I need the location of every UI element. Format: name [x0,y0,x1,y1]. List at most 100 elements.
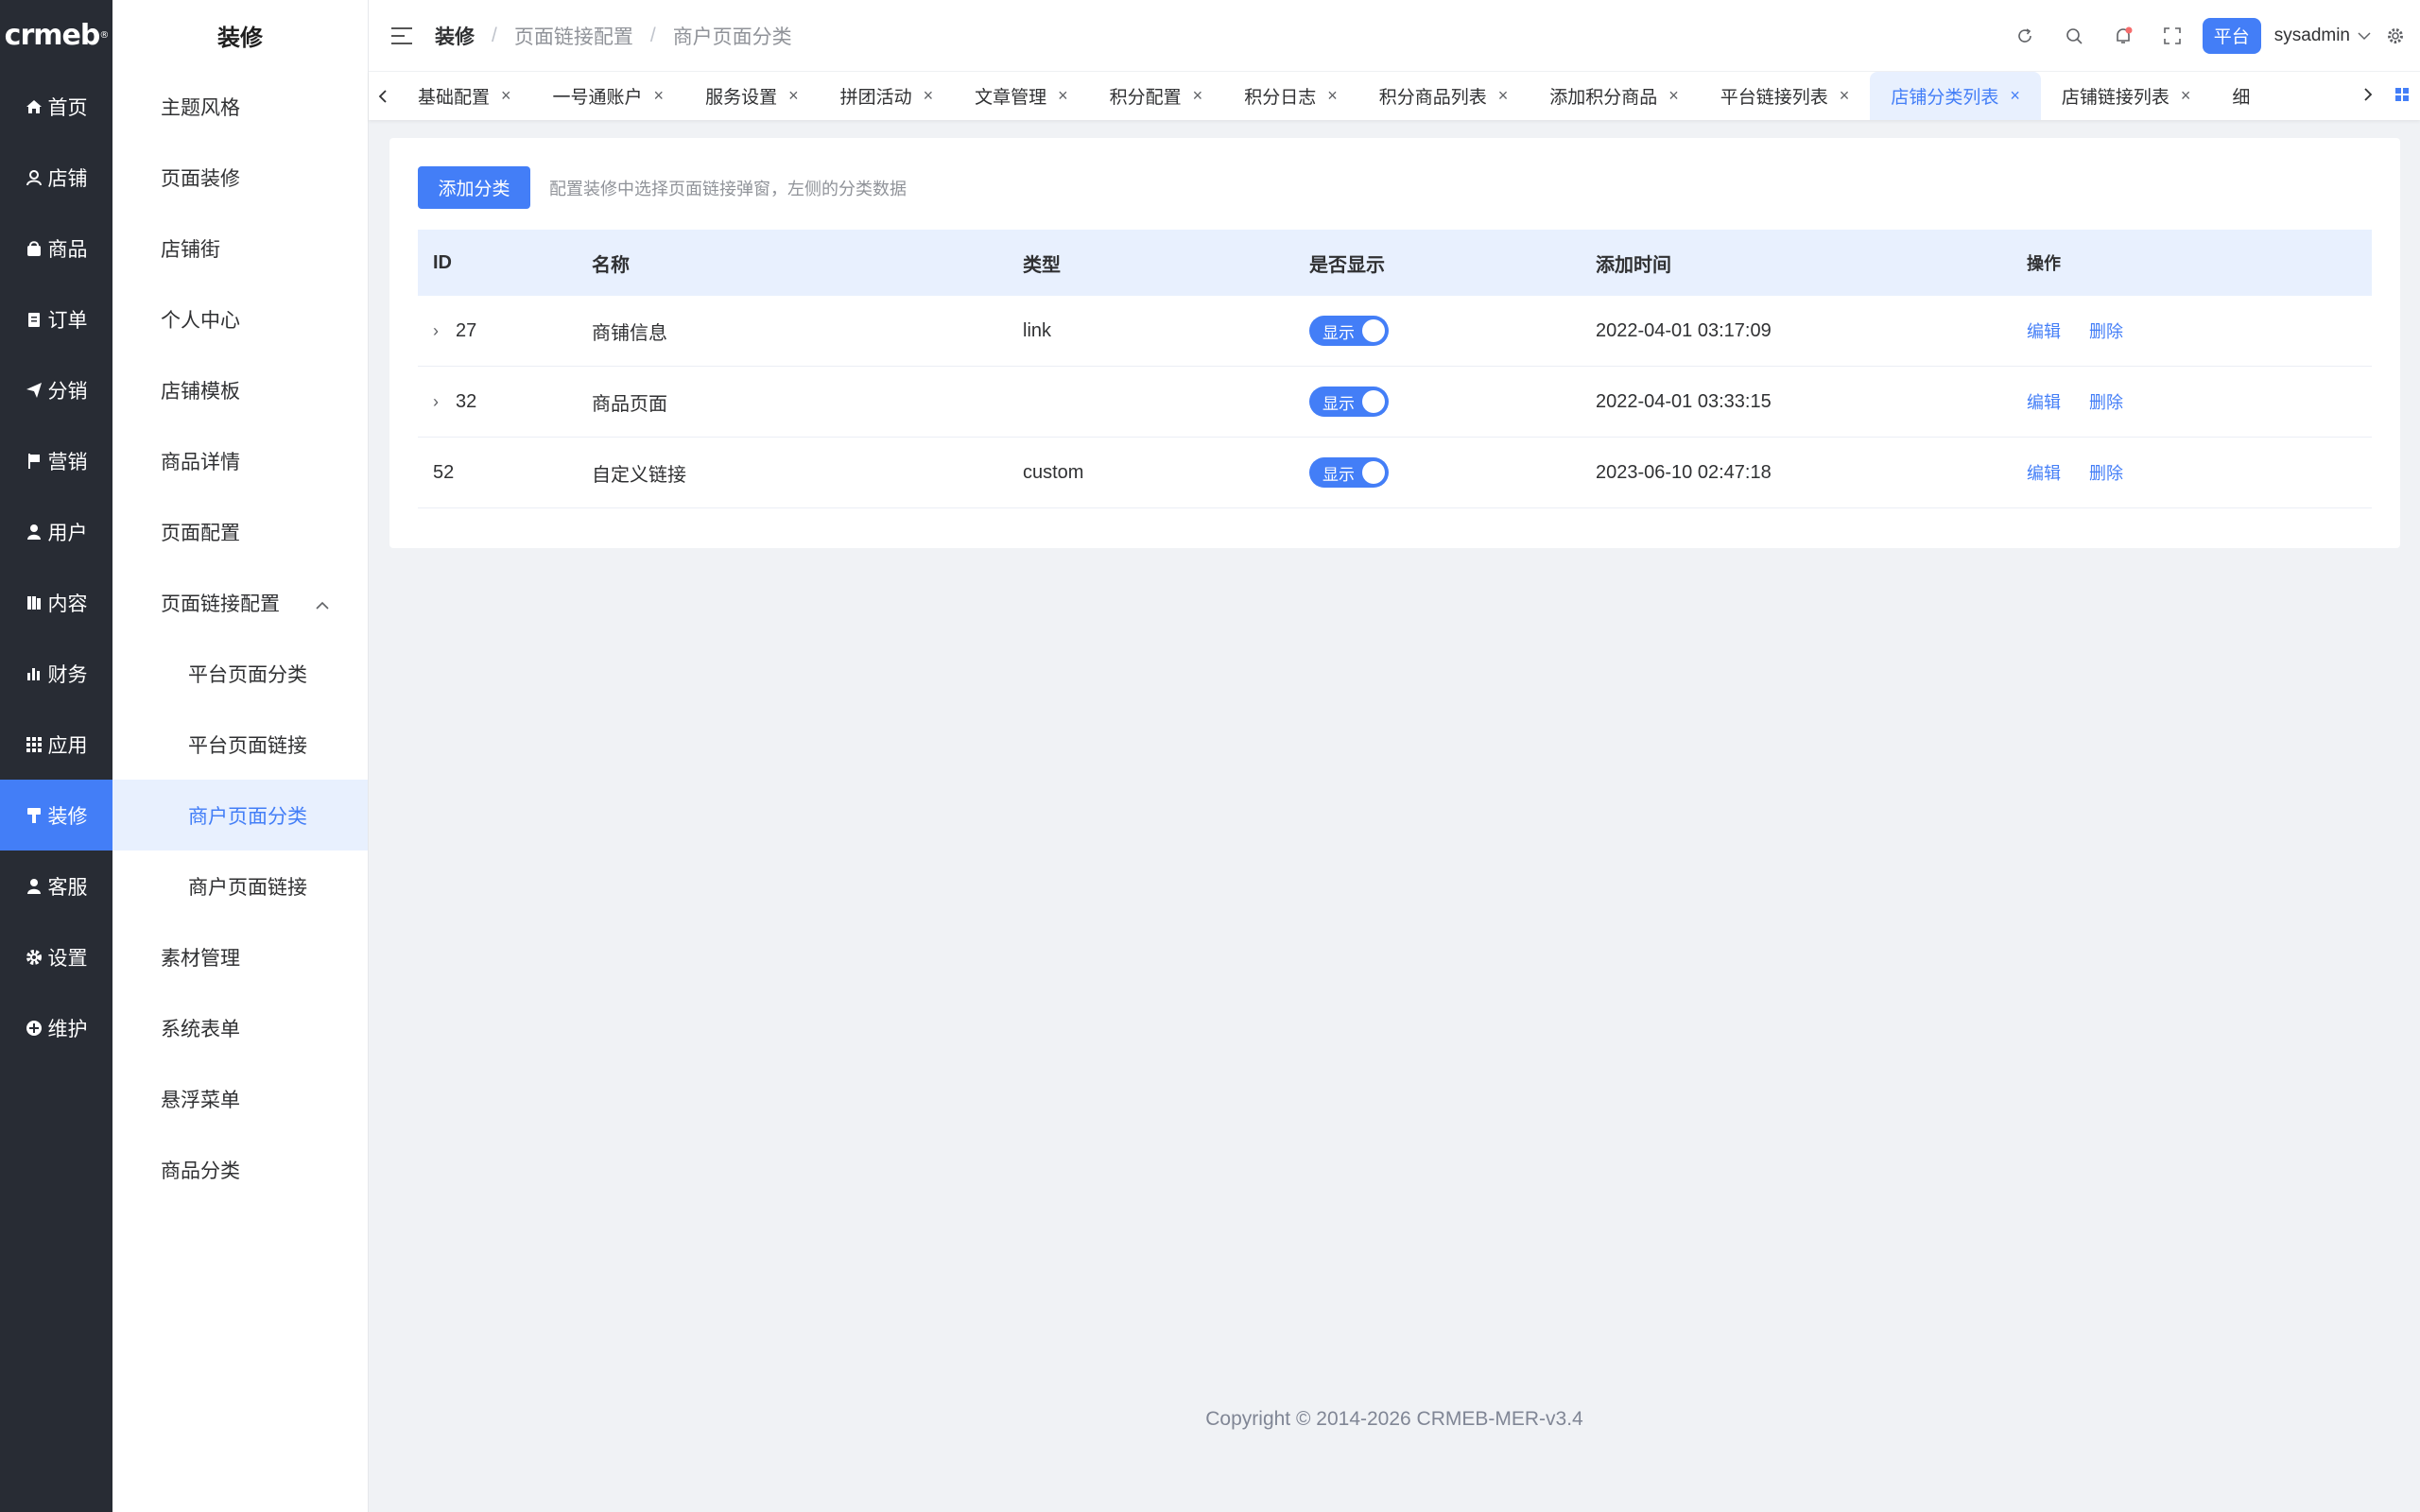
goods-icon [26,240,43,257]
show-toggle[interactable]: 显示 [1309,457,1389,488]
sub-item-merchant-page-link[interactable]: 商户页面链接 [112,850,368,921]
settings-gear-icon[interactable] [2371,0,2420,71]
tab-points-log[interactable]: 积分日志 × [1223,72,1358,120]
edit-link[interactable]: 编辑 [2027,389,2061,414]
close-icon[interactable]: × [1058,86,1068,106]
show-toggle[interactable]: 显示 [1309,387,1389,417]
tab-store-link-list[interactable]: 店铺链接列表 × [2041,72,2212,120]
show-toggle[interactable]: 显示 [1309,316,1389,346]
marketing-flag-icon [26,453,43,470]
cell-type: custom [1023,461,1084,483]
nav-item-order[interactable]: 订单 [0,284,112,354]
nav-item-content[interactable]: 内容 [0,567,112,638]
tab-label: 平台链接列表 [1720,88,1828,108]
nav-item-home[interactable]: 首页 [0,71,112,142]
close-icon[interactable]: × [2181,86,2191,106]
tab-points-config[interactable]: 积分配置 × [1089,72,1224,120]
sub-item-personal-center[interactable]: 个人中心 [112,284,368,354]
nav-item-store[interactable]: 店铺 [0,142,112,213]
nav-item-settings[interactable]: 设置 [0,921,112,992]
sub-item-page-config[interactable]: 页面配置 [112,496,368,567]
delete-link[interactable]: 删除 [2089,389,2123,414]
tab-label: 一号通账户 [552,88,643,108]
close-icon[interactable]: × [1193,86,1203,106]
crmeb-logo[interactable]: crmeb ® [0,0,112,71]
gear-icon [26,949,43,966]
nav-label: 用户 [47,522,88,544]
sub-item-platform-page-link[interactable]: 平台页面链接 [112,709,368,780]
breadcrumb-root[interactable]: 装修 [435,22,475,50]
nav-label: 内容 [47,593,88,615]
tab-service-settings[interactable]: 服务设置 × [684,72,820,120]
tab-group-buy[interactable]: 拼团活动 × [820,72,955,120]
refresh-icon[interactable] [2000,0,2049,71]
sub-item-platform-page-category[interactable]: 平台页面分类 [112,638,368,709]
tabs-scroll-left-icon[interactable] [369,72,397,120]
tab-platform-link-list[interactable]: 平台链接列表 × [1700,72,1871,120]
breadcrumb-level2[interactable]: 页面链接配置 [514,22,633,50]
nav-item-service[interactable]: 客服 [0,850,112,921]
sub-item-page-link-config[interactable]: 页面链接配置 [112,567,368,638]
nav-label: 订单 [47,309,88,332]
close-icon[interactable]: × [654,86,665,106]
tabs-controls [2352,72,2420,120]
close-icon[interactable]: × [924,86,934,106]
tab-add-points-goods[interactable]: 添加积分商品 × [1529,72,1700,120]
table-row: › 32 商品页面 显示 2022-04-01 03:33:15 编辑 删除 [418,367,2372,438]
bell-icon[interactable] [2099,0,2148,71]
nav-item-goods[interactable]: 商品 [0,213,112,284]
close-icon[interactable]: × [2010,86,2020,106]
sub-item-store-template[interactable]: 店铺模板 [112,354,368,425]
nav-item-finance[interactable]: 财务 [0,638,112,709]
close-icon[interactable]: × [1498,86,1509,106]
apps-icon [26,736,43,753]
nav-label: 应用 [47,734,88,757]
expand-chevron-icon[interactable]: › [433,392,446,412]
cell-name: 自定义链接 [592,464,686,486]
close-icon[interactable]: × [501,86,511,106]
registered-mark: ® [99,30,109,41]
expand-chevron-icon[interactable]: › [433,321,446,341]
menu-toggle-icon[interactable] [391,26,412,44]
nav-item-apps[interactable]: 应用 [0,709,112,780]
close-icon[interactable]: × [1327,86,1338,106]
tabs-scroll-right-icon[interactable] [2363,87,2373,107]
delete-link[interactable]: 删除 [2089,460,2123,485]
tab-basic-config[interactable]: 基础配置 × [397,72,532,120]
tab-overflow[interactable]: 细 [2211,72,2271,120]
nav-item-decorate[interactable]: 装修 [0,780,112,850]
nav-label: 维护 [47,1018,88,1040]
sub-item-page-decorate[interactable]: 页面装修 [112,142,368,213]
close-icon[interactable]: × [1840,86,1850,106]
tab-article-manage[interactable]: 文章管理 × [954,72,1089,120]
nav-item-marketing[interactable]: 营销 [0,425,112,496]
sub-item-theme[interactable]: 主题风格 [112,71,368,142]
tabs-grid-menu-icon[interactable] [2394,87,2410,107]
sub-item-system-form[interactable]: 系统表单 [112,992,368,1063]
tab-yihaotong-account[interactable]: 一号通账户 × [532,72,685,120]
sub-item-goods-category[interactable]: 商品分类 [112,1134,368,1205]
sub-item-store-street[interactable]: 店铺街 [112,213,368,284]
sub-item-goods-detail[interactable]: 商品详情 [112,425,368,496]
close-icon[interactable]: × [788,86,799,106]
platform-badge[interactable]: 平台 [2202,17,2261,54]
search-icon[interactable] [2049,0,2099,71]
sub-item-float-menu[interactable]: 悬浮菜单 [112,1063,368,1134]
nav-item-user[interactable]: 用户 [0,496,112,567]
nav-label: 店铺 [47,167,88,190]
nav-item-maintain[interactable]: 维护 [0,992,112,1063]
fullscreen-icon[interactable] [2148,0,2197,71]
user-menu[interactable]: sysadmin [2274,26,2371,46]
nav-item-distribution[interactable]: 分销 [0,354,112,425]
tab-store-category-list[interactable]: 店铺分类列表 × [1870,72,2041,120]
add-category-button[interactable]: 添加分类 [418,166,530,209]
breadcrumb-separator: / [492,24,497,46]
table-row: 52 自定义链接 custom 显示 2023-06-10 02:47:18 编… [418,438,2372,508]
edit-link[interactable]: 编辑 [2027,318,2061,343]
sub-item-merchant-page-category[interactable]: 商户页面分类 [112,780,368,850]
delete-link[interactable]: 删除 [2089,318,2123,343]
close-icon[interactable]: × [1668,86,1679,106]
sub-item-material[interactable]: 素材管理 [112,921,368,992]
tab-points-goods-list[interactable]: 积分商品列表 × [1358,72,1530,120]
edit-link[interactable]: 编辑 [2027,460,2061,485]
